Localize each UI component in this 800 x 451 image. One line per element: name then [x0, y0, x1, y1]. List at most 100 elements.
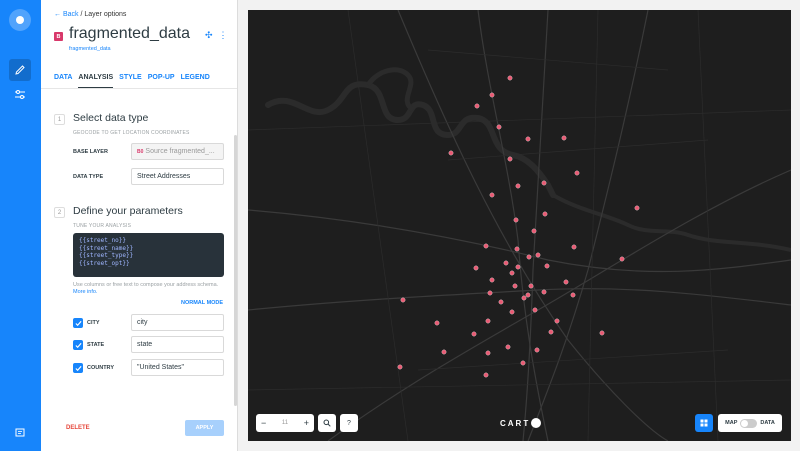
- move-icon[interactable]: ✣: [205, 31, 213, 40]
- data-point[interactable]: [526, 254, 532, 260]
- data-point[interactable]: [563, 279, 569, 285]
- data-point[interactable]: [534, 347, 540, 353]
- back-link-label: Back: [62, 11, 79, 18]
- zoom-out-button[interactable]: −: [261, 418, 266, 428]
- data-point[interactable]: [509, 270, 515, 276]
- data-point[interactable]: [541, 289, 547, 295]
- state-field[interactable]: state: [131, 336, 224, 353]
- data-point[interactable]: [503, 260, 509, 266]
- base-layer-select[interactable]: B0 Source fragmented_...: [131, 143, 224, 160]
- data-point[interactable]: [515, 264, 521, 270]
- layer-letter-badge: B: [54, 32, 63, 41]
- data-point[interactable]: [489, 277, 495, 283]
- search-button[interactable]: [318, 414, 336, 432]
- data-point[interactable]: [487, 290, 493, 296]
- check-icon: [74, 342, 82, 348]
- data-point[interactable]: [634, 205, 640, 211]
- layout-toggle-button[interactable]: [695, 414, 713, 432]
- more-info-link[interactable]: More info.: [73, 289, 97, 295]
- data-point[interactable]: [525, 292, 531, 298]
- data-point[interactable]: [485, 318, 491, 324]
- data-point[interactable]: [441, 349, 447, 355]
- data-point[interactable]: [561, 135, 567, 141]
- tab-legend[interactable]: LEGEND: [181, 74, 210, 88]
- data-point[interactable]: [513, 217, 519, 223]
- tab-analysis[interactable]: ANALYSIS: [78, 74, 114, 88]
- help-button[interactable]: ?: [340, 414, 358, 432]
- city-checkbox[interactable]: [73, 318, 83, 328]
- back-link[interactable]: ← Back: [54, 11, 79, 18]
- data-point[interactable]: [489, 192, 495, 198]
- delete-button[interactable]: DELETE: [66, 425, 90, 431]
- layer-source-link[interactable]: fragmented_data: [69, 46, 111, 52]
- data-point[interactable]: [496, 124, 502, 130]
- address-template-editor[interactable]: {{street_no}} {{street_name}} {{street_t…: [73, 233, 224, 277]
- data-point[interactable]: [619, 256, 625, 262]
- data-point[interactable]: [528, 283, 534, 289]
- data-point[interactable]: [485, 350, 491, 356]
- apply-button[interactable]: APPLY: [185, 420, 224, 436]
- data-point[interactable]: [599, 330, 605, 336]
- river: [551, 193, 791, 252]
- tab-pop-up[interactable]: POP-UP: [148, 74, 175, 88]
- data-point[interactable]: [548, 329, 554, 335]
- data-point[interactable]: [489, 92, 495, 98]
- feedback-button[interactable]: [9, 422, 31, 444]
- country-field[interactable]: "United States": [131, 359, 224, 376]
- zoom-in-button[interactable]: +: [304, 418, 309, 428]
- data-point[interactable]: [509, 309, 515, 315]
- data-point[interactable]: [483, 372, 489, 378]
- data-point[interactable]: [574, 170, 580, 176]
- data-point[interactable]: [512, 283, 518, 289]
- data-point[interactable]: [505, 344, 511, 350]
- data-point[interactable]: [521, 295, 527, 301]
- state-checkbox[interactable]: [73, 340, 83, 350]
- data-point[interactable]: [474, 103, 480, 109]
- more-options-icon[interactable]: ⋮: [219, 31, 228, 40]
- data-point[interactable]: [471, 331, 477, 337]
- widgets-button[interactable]: [9, 84, 31, 106]
- step-2-title: Define your parameters: [73, 205, 183, 217]
- check-icon: [74, 320, 82, 326]
- country-checkbox[interactable]: [73, 363, 83, 373]
- data-point[interactable]: [532, 307, 538, 313]
- map-view[interactable]: − 11 + ? CART MAP DATA: [248, 10, 791, 441]
- side-navigation: [0, 0, 41, 451]
- data-point[interactable]: [498, 299, 504, 305]
- data-point[interactable]: [554, 318, 560, 324]
- data-point[interactable]: [571, 244, 577, 250]
- data-point[interactable]: [525, 136, 531, 142]
- data-point[interactable]: [448, 150, 454, 156]
- data-point[interactable]: [483, 243, 489, 249]
- data-point[interactable]: [473, 265, 479, 271]
- data-point[interactable]: [535, 252, 541, 258]
- data-point[interactable]: [570, 292, 576, 298]
- city-field[interactable]: city: [131, 314, 224, 331]
- data-point[interactable]: [514, 246, 520, 252]
- data-type-select[interactable]: Street Addresses: [131, 168, 224, 185]
- panel-scrollbar[interactable]: [234, 135, 237, 406]
- data-point[interactable]: [531, 228, 537, 234]
- data-point[interactable]: [434, 320, 440, 326]
- data-point[interactable]: [520, 360, 526, 366]
- data-point[interactable]: [544, 263, 550, 269]
- edit-layers-button[interactable]: [9, 59, 31, 81]
- normal-mode-link[interactable]: NORMAL MODE: [181, 300, 223, 306]
- map-data-toggle[interactable]: MAP DATA: [718, 414, 782, 432]
- data-point[interactable]: [515, 183, 521, 189]
- data-point[interactable]: [542, 211, 548, 217]
- data-point[interactable]: [507, 75, 513, 81]
- data-point[interactable]: [541, 180, 547, 186]
- toggle-switch[interactable]: [740, 418, 758, 428]
- city-label: CITY: [87, 320, 100, 326]
- data-point[interactable]: [507, 156, 513, 162]
- data-point[interactable]: [400, 297, 406, 303]
- tab-style[interactable]: STYLE: [119, 74, 142, 88]
- data-point[interactable]: [397, 364, 403, 370]
- help-text: Use columns or free text to compose your…: [73, 282, 223, 296]
- layer-title[interactable]: fragmented_data: [69, 25, 190, 43]
- tab-data[interactable]: DATA: [54, 74, 72, 88]
- toggle-map-label: MAP: [725, 420, 738, 426]
- carto-wordmark: CART: [500, 418, 531, 428]
- carto-logo-icon[interactable]: [9, 9, 31, 31]
